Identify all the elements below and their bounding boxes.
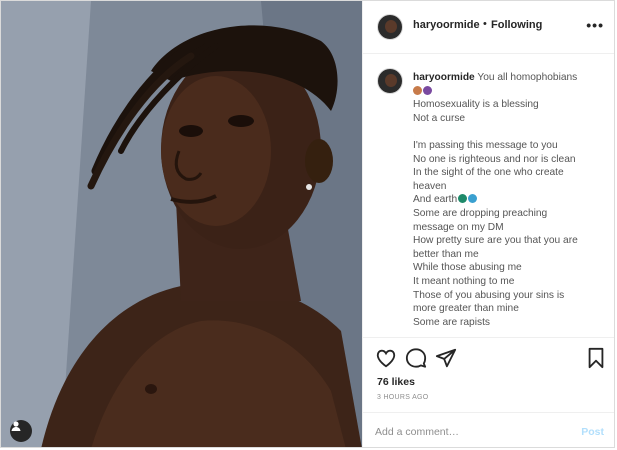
caption-avatar[interactable] <box>377 68 403 94</box>
caption-username[interactable]: haryoormide <box>413 72 475 83</box>
tagged-user-icon[interactable] <box>10 420 32 442</box>
caption-line: How pretty sure are you that you are <box>413 235 578 247</box>
author-avatar[interactable] <box>377 14 403 40</box>
caption-first-line: You all homophobians <box>477 72 578 83</box>
globe-emoji-icon <box>458 194 468 204</box>
author-username[interactable]: haryoormide <box>413 19 480 31</box>
comment-icon[interactable] <box>405 347 427 369</box>
post-photo[interactable] <box>1 1 362 447</box>
post-timestamp[interactable]: 3 HOURS AGO <box>377 394 429 401</box>
caption-line: Homosexuality is a blessing <box>413 99 539 111</box>
post-sidebar: haryoormide • Following ••• haryoormide … <box>362 1 614 447</box>
caption-line: It meant nothing to me <box>413 275 515 287</box>
ellipsis-icon[interactable]: ••• <box>586 17 604 33</box>
comment-input[interactable]: Add a comment… <box>375 426 459 438</box>
action-bar: 76 likes 3 HOURS AGO Add a comment… Post <box>363 337 614 447</box>
caption-line: And earth <box>413 194 458 206</box>
caption-line: heaven <box>413 180 447 192</box>
share-icon[interactable] <box>435 347 457 369</box>
instagram-post: haryoormide • Following ••• haryoormide … <box>0 0 615 448</box>
emoji-line <box>413 85 613 99</box>
following-button[interactable]: Following <box>491 19 542 31</box>
bookmark-icon[interactable] <box>585 347 607 369</box>
photo-illustration <box>1 1 362 447</box>
emoji-icon <box>423 85 432 95</box>
separator-dot: • <box>483 18 487 30</box>
caption-line: Not a curse <box>413 112 466 124</box>
globe-emoji-icon <box>468 194 478 204</box>
post-header: haryoormide • Following ••• <box>363 1 614 54</box>
caption-line-with-emoji: And earth <box>413 193 613 207</box>
caption-line: better than me <box>413 248 479 260</box>
caption-line: No one is righteous and nor is clean <box>413 153 576 165</box>
likes-count[interactable]: 76 likes <box>377 376 415 388</box>
caption-text: haryoormide You all homophobians Homosex… <box>413 71 613 329</box>
caption-area: haryoormide You all homophobians Homosex… <box>363 54 614 336</box>
post-comment-button[interactable]: Post <box>581 426 604 438</box>
caption-line: I'm passing this message to you <box>413 139 558 151</box>
caption-line: While those abusing me <box>413 262 522 274</box>
caption-line: message on my DM <box>413 221 504 233</box>
heart-icon[interactable] <box>375 347 397 369</box>
caption-line: In the sight of the one who create <box>413 167 564 179</box>
emoji-icon <box>413 85 422 95</box>
caption-line: more greater than mine <box>413 303 519 315</box>
caption-line: Those of you abusing your sins is <box>413 289 565 301</box>
comment-bar: Add a comment… Post <box>363 412 614 447</box>
caption-line: Some are dropping preaching <box>413 207 548 219</box>
caption-line: Some are rapists <box>413 316 491 328</box>
person-icon <box>11 421 21 431</box>
